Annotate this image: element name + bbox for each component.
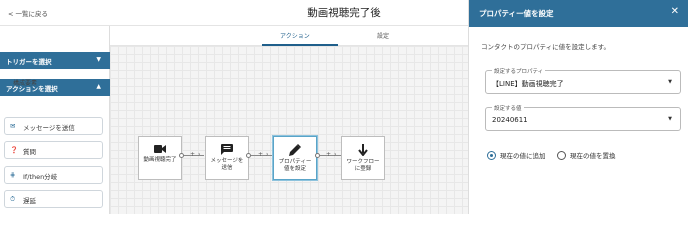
panel-title: プロパティー値を設定 [479, 9, 554, 18]
caret-down-icon: ▼ [668, 79, 672, 85]
workflow-canvas[interactable]: 動画視聴完了 + › メッセージを 送信 + › プロパティー 値を設定 + › [110, 46, 468, 214]
trigger-section-header[interactable]: トリガーを選択 ▼ [0, 52, 110, 69]
node-label: メッセージを [210, 158, 244, 164]
radio-button-checked[interactable] [487, 150, 496, 160]
pencil-icon [289, 144, 301, 156]
node-label: に登録 [354, 165, 372, 172]
video-icon [154, 145, 166, 153]
panel-description: コンタクトのプロパティに値を設定します。 [481, 43, 610, 51]
panel-header: プロパティー値を設定 ✕ [469, 0, 688, 27]
arrow-right-icon: › [198, 151, 201, 158]
property-select[interactable]: 設定するプロパティ 【LINE】動画視聴完了 ▼ [485, 67, 681, 94]
node-label: ワークフロー [346, 159, 380, 165]
trigger-section-title: トリガーを選択 [6, 58, 52, 66]
node-label: プロパティー [278, 159, 312, 165]
flow-node-set-property[interactable]: プロパティー 値を設定 [273, 136, 317, 180]
flow-node-trigger[interactable]: 動画視聴完了 [138, 136, 182, 180]
sidebar-item-label: If/then分岐 [23, 173, 58, 181]
sidebar-item-send-message[interactable]: ✉ メッセージを送信 [4, 117, 103, 135]
value-select[interactable]: 設定する値 20240611 ▼ [485, 104, 681, 131]
node-label: 送信 [221, 164, 233, 171]
sidebar-item-delay[interactable]: ⏱ 遅延 [4, 190, 103, 208]
node-label: 値を設定 [283, 165, 306, 172]
radio-replace-option[interactable]: 現在の値を置換 [557, 150, 616, 160]
add-step-plus-icon[interactable]: + [326, 151, 331, 158]
arrow-right-icon: › [266, 151, 269, 158]
tab-actions[interactable]: アクション [280, 31, 310, 40]
sidebar-item-label: 遅延 [23, 197, 36, 205]
radio-label: 現在の値に追加 [500, 152, 546, 160]
tab-bar: アクション 設定 [110, 26, 468, 46]
sidebar-item-question[interactable]: ❓ 質問 [4, 141, 103, 159]
radio-label: 現在の値を置換 [570, 152, 616, 160]
flow-node-send-message[interactable]: メッセージを 送信 [205, 136, 249, 180]
add-step-plus-icon[interactable]: + [190, 151, 195, 158]
arrow-right-icon: › [334, 151, 337, 158]
message-icon: ✉ [10, 122, 16, 130]
property-settings-panel: プロパティー値を設定 ✕ コンタクトのプロパティに値を設定します。 設定するプロ… [468, 0, 688, 214]
value-select-value: 20240611 [492, 116, 528, 124]
radio-button-unchecked[interactable] [557, 150, 566, 160]
message-icon [221, 144, 233, 155]
chevron-up-icon: ▲ [96, 83, 101, 90]
question-icon: ❓ [10, 146, 19, 154]
radio-append-option[interactable]: 現在の値に追加 [487, 150, 546, 160]
value-select-label: 設定する値 [492, 104, 524, 112]
sidebar-item-label: メッセージを送信 [23, 124, 75, 132]
property-select-value: 【LINE】動画視聴完了 [492, 80, 564, 88]
sidebar-item-branch[interactable]: ⋕ If/then分岐 [4, 166, 103, 184]
clock-icon: ⏱ [10, 195, 16, 203]
branch-icon: ⋕ [10, 171, 16, 179]
arrow-down-icon [358, 144, 368, 156]
property-select-label: 設定するプロパティ [492, 67, 546, 75]
add-step-plus-icon[interactable]: + [258, 151, 263, 158]
tab-settings[interactable]: 設定 [377, 31, 389, 40]
flow-node-register-workflow[interactable]: ワークフロー に登録 [341, 136, 385, 180]
node-label: 動画視聴完了 [143, 157, 177, 163]
sidebar-item-label: 質問 [23, 148, 36, 156]
close-icon[interactable]: ✕ [671, 6, 679, 17]
chevron-down-icon: ▼ [96, 56, 101, 63]
components-label: 構成要素 [13, 80, 38, 87]
caret-down-icon: ▼ [668, 116, 672, 122]
